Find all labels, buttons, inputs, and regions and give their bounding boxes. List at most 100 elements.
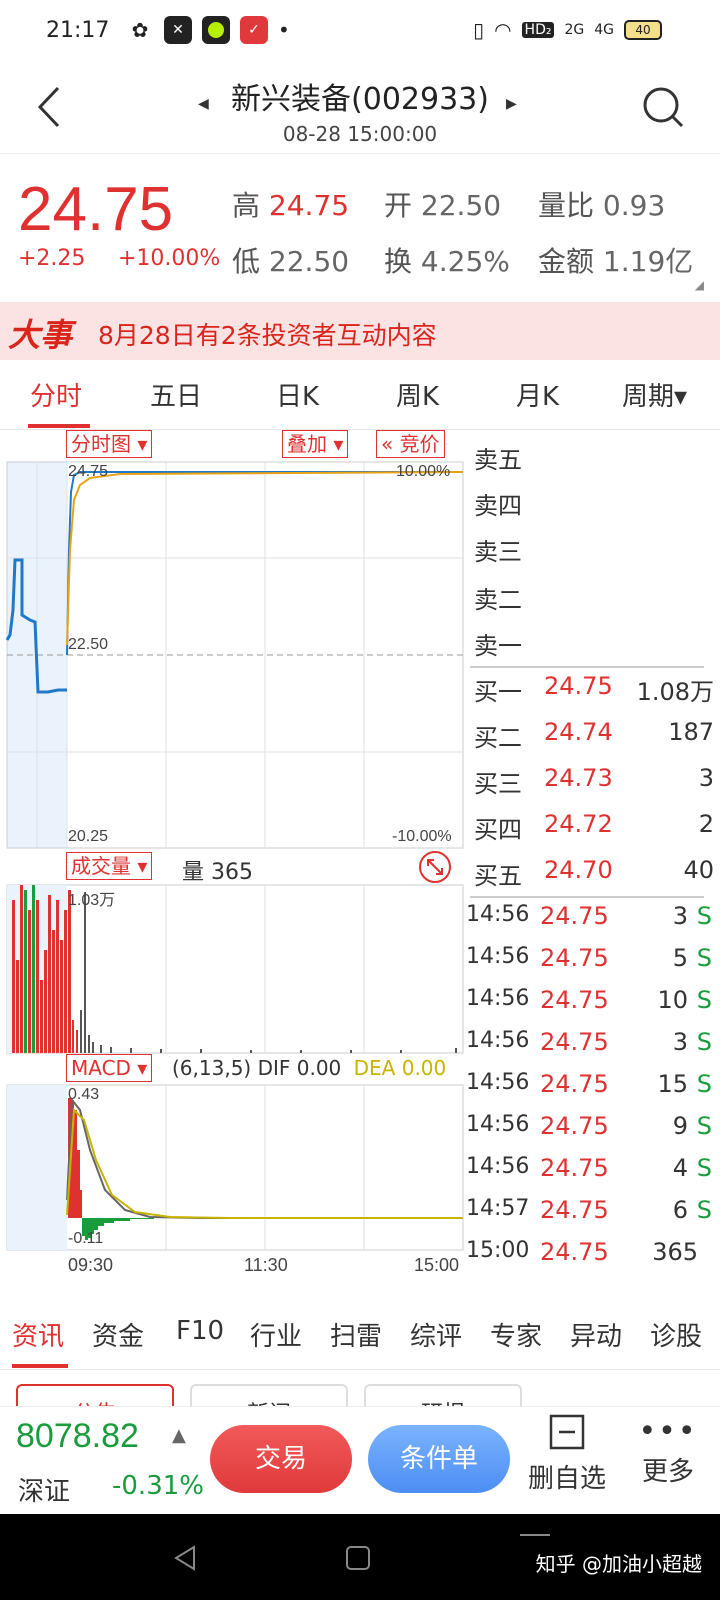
trade-row: 14:56 24.75 3 S — [466, 1028, 716, 1068]
order-book[interactable]: 卖五 卖四 卖三 卖二 卖一 买一 24.75 1.08万 买二 24.74 1… — [466, 440, 720, 1300]
bid-label: 买五 — [474, 862, 522, 890]
nav-back-icon[interactable] — [172, 1544, 200, 1572]
next-stock-icon[interactable]: ▶ — [506, 96, 517, 112]
trade-volume: 15 — [657, 1070, 688, 1098]
trade-volume: 6 — [672, 1196, 688, 1224]
price-change-pct: +10.00% — [118, 246, 221, 271]
trade-time: 15:00 — [466, 1238, 530, 1263]
app-red-icon: ✓ — [240, 16, 268, 44]
trade-time: 14:56 — [466, 1028, 530, 1053]
tab-rating[interactable]: 综评 — [410, 1316, 462, 1353]
high-stat: 高 24.75 — [232, 184, 349, 224]
more-button[interactable]: ••• 更多 — [626, 1413, 710, 1488]
status-right: ▯ ◠ HD₂ 2G 4G 40 — [473, 18, 662, 42]
amount-label: 金额 — [538, 245, 595, 278]
system-nav-bar: 知乎 @加油小超越 — [0, 1514, 720, 1600]
nav-recents-icon[interactable] — [520, 1534, 550, 1536]
prev-stock-icon[interactable]: ◀ — [198, 96, 209, 112]
tab-daily-k[interactable]: 日K — [276, 376, 319, 413]
bid-volume: 2 — [698, 810, 714, 838]
macd-min-label: -0.11 — [68, 1230, 104, 1247]
tab-period[interactable]: 周期▾ — [622, 376, 687, 413]
ask-label: 卖二 — [474, 586, 522, 614]
macd-dropdown[interactable]: MACD ▾ — [66, 1054, 153, 1082]
trade-price: 24.75 — [540, 1070, 609, 1098]
intraday-chart-dropdown[interactable]: 分时图 ▾ — [66, 430, 153, 458]
trade-price: 24.75 — [540, 944, 609, 972]
trade-price: 24.75 — [540, 902, 609, 930]
ask-label: 卖三 — [474, 538, 522, 566]
nav-home-icon[interactable] — [344, 1544, 372, 1572]
tab-intraday[interactable]: 分时 — [30, 376, 82, 413]
event-banner[interactable]: 大事 8月28日有2条投资者互动内容 — [0, 302, 720, 360]
trade-row: 15:00 24.75 365 — [466, 1238, 716, 1278]
tab-news-info[interactable]: 资讯 — [12, 1316, 64, 1353]
trade-row: 14:57 24.75 6 S — [466, 1196, 716, 1236]
trade-time: 14:56 — [466, 1112, 530, 1137]
macd-histogram — [68, 1098, 154, 1240]
tab-f10[interactable]: F10 — [176, 1316, 224, 1346]
trade-volume: 10 — [657, 986, 688, 1014]
amount-stat: 金额 1.19亿 — [538, 240, 693, 280]
tab-industry[interactable]: 行业 — [250, 1316, 302, 1353]
high-label: 高 — [232, 189, 261, 222]
dif-value: 0.00 — [296, 1056, 342, 1080]
app-green-icon — [202, 16, 230, 44]
remove-watchlist-button[interactable]: 删自选 — [522, 1413, 612, 1495]
header: 新兴装备(002933) 08-28 15:00:00 ◀ ▶ — [0, 64, 720, 154]
tab-risk-scan[interactable]: 扫雷 — [330, 1316, 382, 1353]
volume-dropdown[interactable]: 成交量 ▾ — [66, 852, 153, 880]
trade-row: 14:56 24.75 10 S — [466, 986, 716, 1026]
index-value[interactable]: 8078.82 — [16, 1417, 139, 1456]
dot-icon: • — [278, 18, 290, 42]
overlay-dropdown[interactable]: 叠加 ▾ — [282, 430, 349, 458]
status-time: 21:17 — [46, 18, 110, 43]
conditional-order-button[interactable]: 条件单 — [368, 1425, 510, 1493]
trade-row: 14:56 24.75 15 S — [466, 1070, 716, 1110]
trade-price: 24.75 — [540, 1238, 609, 1266]
bid-volume: 40 — [683, 856, 714, 884]
price-mid-label: 22.50 — [68, 636, 109, 653]
dea-label: DEA — [353, 1056, 396, 1080]
chart-area[interactable]: 分时图 ▾ 叠加 ▾ « 竞价 24.75 22.50 20.25 10.00%… — [0, 430, 470, 1300]
trade-time: 14:56 — [466, 1154, 530, 1179]
tab-movement[interactable]: 异动 — [570, 1316, 622, 1353]
trade-volume: 3 — [672, 1028, 688, 1056]
back-icon[interactable] — [30, 82, 70, 132]
low-label: 低 — [232, 245, 261, 278]
macd-params: (6,13,5) DIF 0.00 DEA 0.00 — [172, 1056, 446, 1080]
ask-row: 卖四 — [474, 486, 714, 526]
tab-expert[interactable]: 专家 — [490, 1316, 542, 1353]
pct-min-label: -10.00% — [392, 828, 452, 845]
index-expand-icon[interactable]: ▲ — [172, 1425, 186, 1446]
tab-five-day[interactable]: 五日 — [150, 376, 202, 413]
auction-toggle[interactable]: « 竞价 — [376, 430, 445, 458]
ask-label: 卖一 — [474, 632, 522, 660]
trade-side: S — [696, 1196, 712, 1224]
tab-weekly-k[interactable]: 周K — [396, 376, 439, 413]
macd-params-text: (6,13,5) — [172, 1056, 252, 1080]
time-mid-label: 11:30 — [244, 1255, 288, 1275]
title-block: 新兴装备(002933) 08-28 15:00:00 — [0, 74, 720, 146]
bid-label: 买四 — [474, 816, 522, 844]
search-icon[interactable] — [640, 84, 686, 130]
tab-diagnosis[interactable]: 诊股 — [650, 1316, 702, 1353]
trade-side: S — [696, 1070, 712, 1098]
tab-capital[interactable]: 资金 — [92, 1316, 144, 1353]
trade-button[interactable]: 交易 — [210, 1425, 352, 1493]
ask-label: 卖四 — [474, 492, 522, 520]
trade-side: S — [696, 1112, 712, 1140]
expand-corner-icon[interactable]: ◢ — [695, 278, 704, 292]
battery-icon: 40 — [624, 20, 662, 40]
price-max-label: 24.75 — [68, 463, 109, 480]
tab-monthly-k[interactable]: 月K — [516, 376, 559, 413]
signal-2g-icon: 2G — [564, 22, 585, 38]
bid-price: 24.74 — [544, 718, 613, 746]
fullscreen-icon[interactable] — [418, 850, 452, 884]
wechat-icon: ✿ — [126, 16, 154, 44]
dif-label: DIF — [257, 1056, 291, 1080]
bid-row: 买五 24.70 40 — [474, 856, 714, 896]
trade-side: S — [696, 944, 712, 972]
amount-value: 1.19亿 — [602, 245, 694, 278]
trade-price: 24.75 — [540, 1112, 609, 1140]
